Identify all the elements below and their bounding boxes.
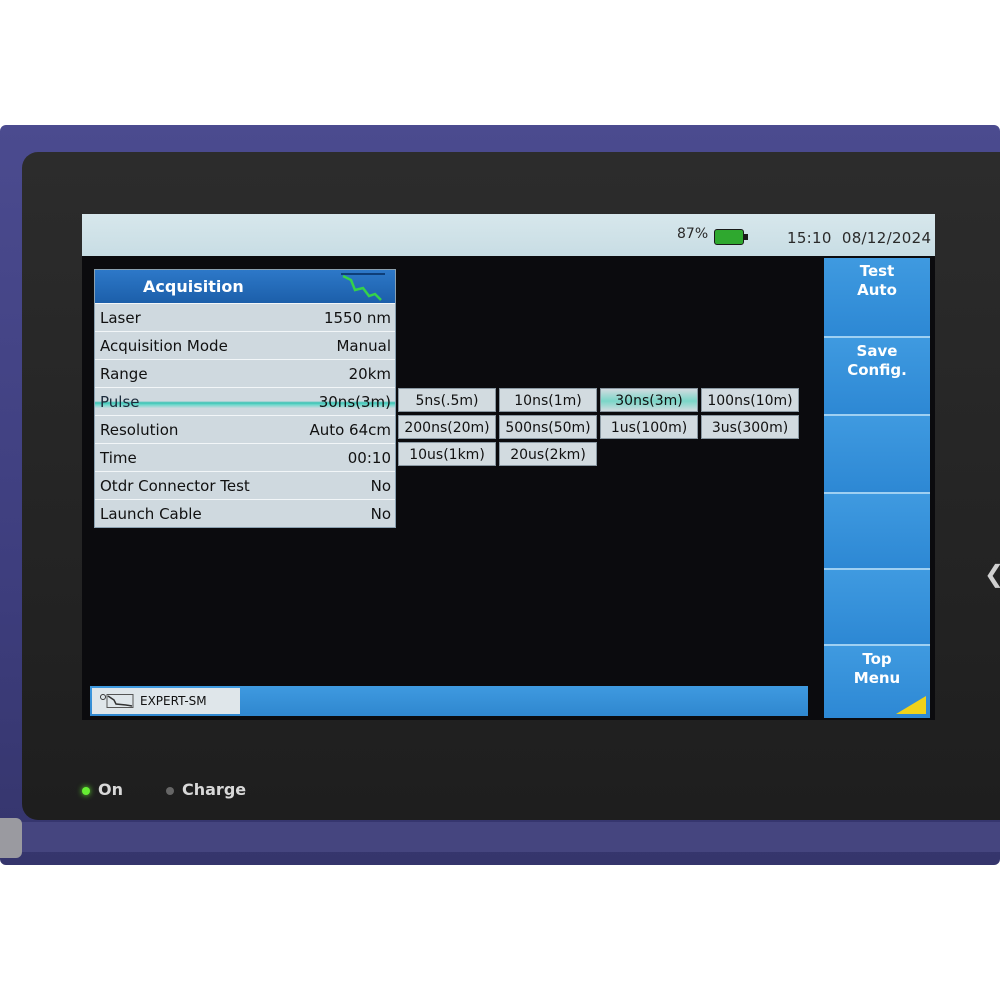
acquisition-title-text: Acquisition — [143, 277, 244, 296]
hardware-arrow-key-icon[interactable]: ❮ — [984, 560, 1000, 588]
battery-percentage: 87% — [677, 226, 709, 242]
top-menu-line1: Top — [862, 650, 892, 668]
test-auto-button[interactable]: Test Auto — [824, 258, 930, 338]
battery-icon — [714, 229, 748, 245]
pulse-option[interactable]: 10ns(1m) — [499, 388, 597, 412]
acquisition-row-otdr-connector-test[interactable]: Otdr Connector Test No — [95, 471, 395, 499]
pulse-option[interactable]: 500ns(50m) — [499, 415, 597, 439]
mode-label: EXPERT-SM — [140, 694, 207, 708]
top-menu-line2: Menu — [853, 669, 901, 687]
otdr-screen: 87% 15:10 08/12/2024 Acquisition Laser 15… — [82, 214, 935, 720]
bottom-status-bar: EXPERT-SM — [90, 686, 808, 716]
acquisition-row-laser[interactable]: Laser 1550 nm — [95, 303, 395, 331]
rewind-corner-icon — [896, 696, 926, 714]
power-led-indicator: On — [82, 780, 123, 799]
acquisition-row-acquisition-mode[interactable]: Acquisition Mode Manual — [95, 331, 395, 359]
acquisition-title: Acquisition — [95, 270, 395, 303]
softkey-empty-5[interactable] — [824, 570, 930, 646]
acquisition-row-label: Pulse — [100, 392, 140, 411]
mode-tab-expert-sm[interactable]: EXPERT-SM — [92, 688, 240, 714]
device-corner-bumper — [0, 818, 22, 858]
pulse-option[interactable]: 5ns(.5m) — [398, 388, 496, 412]
acquisition-row-value: No — [370, 504, 391, 523]
acquisition-row-value: 30ns(3m) — [318, 392, 391, 411]
acquisition-row-pulse[interactable]: Pulse 30ns(3m) — [95, 387, 395, 415]
acquisition-row-value: 20km — [348, 364, 391, 383]
charge-led-indicator: Charge — [166, 780, 246, 799]
power-led-icon — [82, 786, 90, 795]
pulse-option[interactable]: 20us(2km) — [499, 442, 597, 466]
charge-led-label: Charge — [182, 780, 247, 799]
acquisition-row-time[interactable]: Time 00:10 — [95, 443, 395, 471]
top-menu-button[interactable]: Top Menu — [824, 646, 930, 718]
acquisition-row-value: Manual — [336, 336, 391, 355]
clock-readout: 15:10 08/12/2024 — [787, 229, 931, 247]
acquisition-row-label: Laser — [100, 308, 141, 327]
softkey-empty-4[interactable] — [824, 494, 930, 570]
pulse-option[interactable]: 30ns(3m) — [600, 388, 698, 412]
save-config-button[interactable]: Save Config. — [824, 338, 930, 416]
acquisition-row-label: Launch Cable — [100, 504, 202, 523]
acquisition-row-label: Time — [100, 448, 137, 467]
softkey-empty-3[interactable] — [824, 416, 930, 494]
charge-led-icon — [166, 786, 174, 795]
acquisition-row-range[interactable]: Range 20km — [95, 359, 395, 387]
status-bar: 87% 15:10 08/12/2024 — [82, 214, 935, 256]
acquisition-row-launch-cable[interactable]: Launch Cable No — [95, 499, 395, 527]
acquisition-row-label: Otdr Connector Test — [100, 476, 250, 495]
clock-time: 15:10 — [787, 229, 832, 247]
fiber-trace-icon — [100, 694, 134, 708]
acquisition-row-resolution[interactable]: Resolution Auto 64cm — [95, 415, 395, 443]
test-auto-line1: Test — [859, 262, 895, 280]
pulse-option[interactable]: 3us(300m) — [701, 415, 799, 439]
side-softkey-menu: Test Auto Save Config. Top Menu — [824, 258, 930, 718]
save-config-line1: Save — [856, 342, 898, 360]
acquisition-row-label: Acquisition Mode — [100, 336, 228, 355]
acquisition-row-value: Auto 64cm — [309, 420, 391, 439]
pulse-option[interactable]: 10us(1km) — [398, 442, 496, 466]
acquisition-panel: Acquisition Laser 1550 nm Acquisition Mode… — [94, 269, 396, 528]
pulse-option[interactable]: 100ns(10m) — [701, 388, 799, 412]
clock-date: 08/12/2024 — [841, 229, 932, 247]
acquisition-row-value: 00:10 — [347, 448, 391, 467]
acquisition-row-value: No — [370, 476, 391, 495]
acquisition-row-label: Range — [100, 364, 148, 383]
pulse-option[interactable]: 1us(100m) — [600, 415, 698, 439]
device-bottom-rail — [0, 822, 1000, 852]
save-config-line2: Config. — [847, 361, 907, 379]
otdr-trace-icon — [341, 273, 385, 301]
power-led-label: On — [98, 780, 123, 799]
pulse-option[interactable]: 200ns(20m) — [398, 415, 496, 439]
acquisition-row-value: 1550 nm — [323, 308, 391, 327]
acquisition-row-label: Resolution — [100, 420, 179, 439]
test-auto-line2: Auto — [857, 281, 897, 299]
